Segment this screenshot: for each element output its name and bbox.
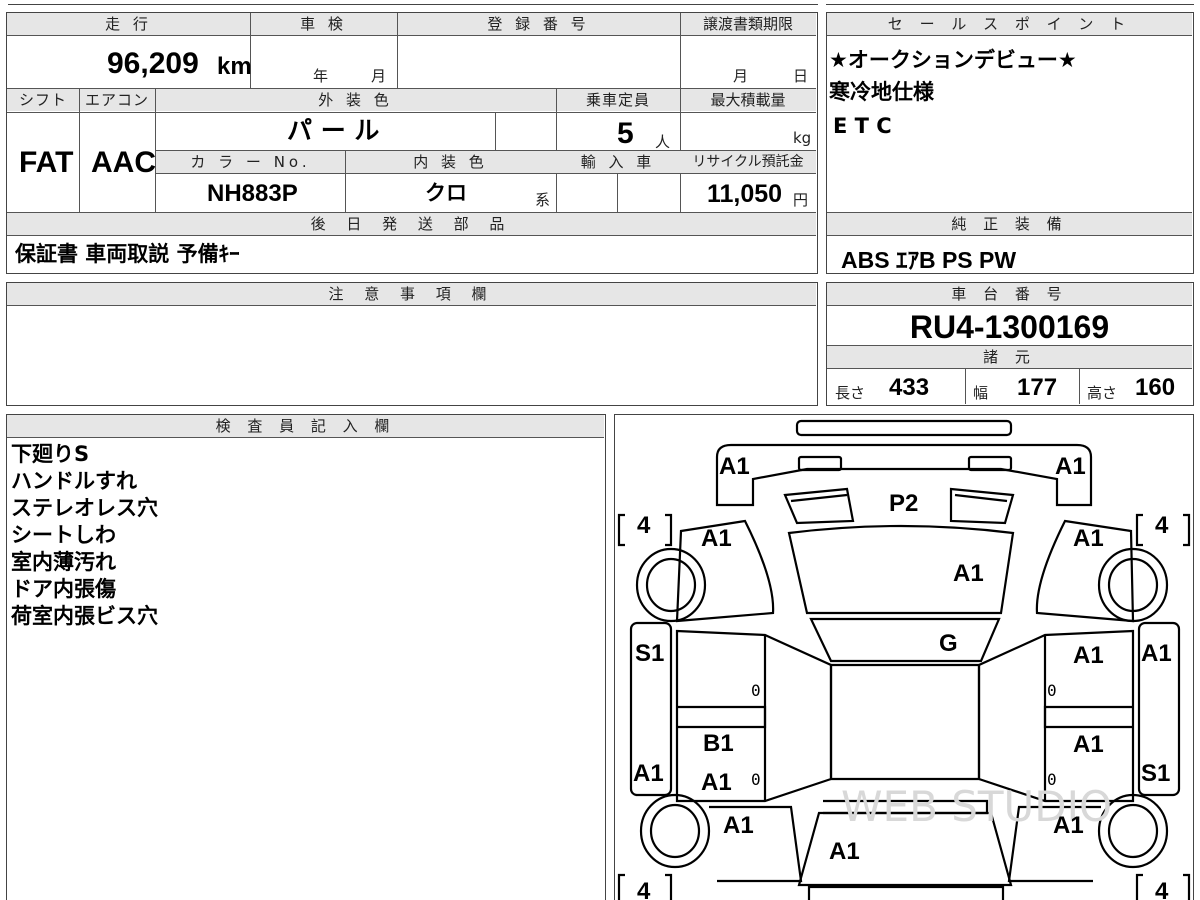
transfer-day: 日: [793, 67, 809, 85]
mark-hood: A1: [953, 560, 984, 587]
tire-rear-right: 4: [1155, 878, 1169, 900]
capacity-unit: 人: [655, 133, 671, 151]
mark-quarter-right: A1: [1053, 812, 1084, 839]
height-label: 高さ: [1087, 384, 1118, 402]
mileage-value: 96,209: [107, 47, 199, 80]
mark-sill-front-left: S1: [635, 640, 664, 667]
length-value: 433: [889, 374, 930, 401]
max-load-unit: kg: [793, 129, 812, 147]
capacity-value: 5: [617, 117, 634, 150]
mark-door-front-right: A1: [1073, 642, 1104, 669]
inspector-box: 検 査 員 記 入 欄 下廻りS ハンドルすれ ステレオレス穴 シートしわ 室内…: [6, 414, 606, 900]
inspector-note: 室内薄汚れ: [11, 550, 116, 574]
mark-windshield: G: [939, 630, 958, 657]
equipment-label: 純 正 装 備: [827, 213, 1192, 235]
chassis-box: 車 台 番 号 RU4-1300169 諸 元 長さ 433 幅 177 高さ …: [826, 282, 1194, 406]
vehicle-info-table: 走 行 車 検 登 録 番 号 譲渡書類期限 96,209 km 年 月 月 日…: [6, 12, 818, 274]
inspector-note: 荷室内張ビス穴: [11, 604, 158, 628]
zero-mark: 0: [1047, 681, 1057, 700]
inspector-label: 検 査 員 記 入 欄: [7, 415, 604, 437]
tire-front-right: 4: [1155, 512, 1169, 539]
tire-front-left: 4: [637, 512, 651, 539]
inspection-month: 月: [371, 67, 387, 85]
tire-rear-left: 4: [637, 878, 651, 900]
mark-front-right: A1: [1055, 453, 1086, 480]
zero-mark: 0: [1047, 770, 1057, 789]
height-value: 160: [1135, 374, 1176, 401]
mileage-label: 走 行: [7, 13, 250, 35]
mark-door-rear-right: A1: [1073, 731, 1104, 758]
transfer-label: 譲渡書類期限: [680, 13, 816, 35]
inspection-label: 車 検: [250, 13, 397, 35]
chassis-number: RU4-1300169: [909, 309, 1110, 345]
mark-sill-rear-left: A1: [633, 760, 664, 787]
sales-point-line: ★オークションデビュー★: [829, 48, 1077, 72]
inspector-note: ステレオレス穴: [11, 496, 158, 520]
equipment-value: ABS ｴｱB PS PW: [841, 247, 1017, 273]
mark-sill-front-right: A1: [1141, 640, 1172, 667]
mark-fender-front-left: A1: [701, 525, 732, 552]
interior-value: クロ: [425, 181, 467, 205]
inspector-note: シートしわ: [11, 523, 116, 547]
inspector-note: ドア内張傷: [11, 577, 116, 601]
sales-points-box: セ ー ル ス ポ イ ン ト ★オークションデビュー★ 寒冷地仕様 E T C…: [826, 12, 1194, 274]
ac-value: AAC: [91, 146, 156, 179]
mark-quarter-left: A1: [723, 812, 754, 839]
dimensions-label: 諸 元: [827, 346, 1192, 368]
mark-door-rear-left-a: A1: [701, 769, 732, 796]
capacity-label: 乗車定員: [556, 89, 680, 111]
mark-door-rear-left-b: B1: [703, 730, 734, 757]
notes-box: 注 意 事 項 欄: [6, 282, 818, 406]
length-label: 長さ: [835, 384, 866, 402]
sales-points-label: セ ー ル ス ポ イ ン ト: [827, 13, 1192, 35]
top-cut-strip: [0, 0, 1200, 6]
zero-mark: 0: [751, 681, 761, 700]
interior-suffix: 系: [535, 191, 551, 209]
delivery-label: 後 日 発 送 部 品: [7, 213, 816, 235]
chassis-label: 車 台 番 号: [827, 283, 1192, 305]
notes-label: 注 意 事 項 欄: [7, 283, 816, 305]
ac-label: エアコン: [79, 89, 155, 111]
shift-label: シフト: [7, 89, 79, 111]
color-no-value: NH883P: [207, 180, 298, 207]
mark-sill-rear-right: S1: [1141, 760, 1170, 787]
mileage-unit: km: [217, 53, 252, 80]
mark-fender-front-right: A1: [1073, 525, 1104, 552]
sales-point-line: 寒冷地仕様: [829, 80, 934, 104]
exterior-label: 外 装 色: [155, 89, 556, 111]
recycle-label: リサイクル預託金: [680, 151, 816, 173]
color-no-label: カ ラ ー No.: [156, 151, 345, 173]
mark-grille: P2: [889, 490, 918, 517]
exterior-value: パ ー ル: [287, 116, 380, 145]
width-value: 177: [1017, 374, 1058, 401]
shift-value: FAT: [19, 146, 74, 179]
zero-mark: 0: [751, 770, 761, 789]
car-diagram: WEB STUDIO A1 A1 P2 A1 A1 A1 G S1 A1 A1 …: [617, 419, 1191, 900]
inspector-note: ハンドルすれ: [11, 469, 137, 493]
interior-label: 内 装 色: [345, 151, 556, 173]
mark-rear: A1: [829, 838, 860, 865]
sales-point-line: E T C: [833, 114, 892, 138]
recycle-unit: 円: [793, 191, 809, 209]
transfer-month: 月: [733, 67, 749, 85]
registration-label: 登 録 番 号: [397, 13, 680, 35]
inspector-note: 下廻りS: [11, 442, 90, 466]
car-diagram-box: WEB STUDIO A1 A1 P2 A1 A1 A1 G S1 A1 A1 …: [614, 414, 1194, 900]
mark-front-left: A1: [719, 453, 750, 480]
delivery-value: 保証書 車両取説 予備ｷｰ: [15, 242, 240, 266]
recycle-value: 11,050: [707, 180, 783, 208]
width-label: 幅: [973, 384, 989, 402]
max-load-label: 最大積載量: [680, 89, 816, 111]
inspection-year: 年: [313, 67, 329, 85]
import-label: 輸 入 車: [556, 151, 680, 173]
